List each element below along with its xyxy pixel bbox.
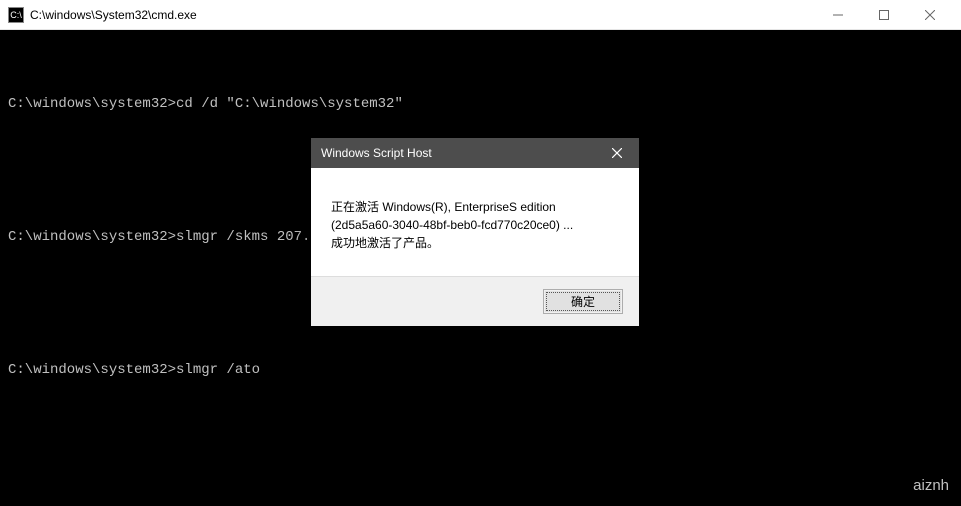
dialog-titlebar[interactable]: Windows Script Host (311, 138, 639, 168)
terminal-line: C:\windows\system32>slmgr /ato (8, 357, 953, 384)
dialog-close-button[interactable] (594, 138, 639, 168)
dialog-footer: 确定 (311, 276, 639, 326)
window-title: C:\windows\System32\cmd.exe (30, 8, 815, 22)
window-titlebar: C:\ C:\windows\System32\cmd.exe (0, 0, 961, 30)
dialog-body: 正在激活 Windows(R), EnterpriseS edition (2d… (311, 168, 639, 276)
dialog-message-line: 成功地激活了产品。 (331, 234, 619, 252)
cmd-icon: C:\ (8, 7, 24, 23)
dialog-message-line: (2d5a5a60-3040-48bf-beb0-fcd770c20ce0) .… (331, 216, 619, 234)
minimize-button[interactable] (815, 0, 861, 30)
script-host-dialog: Windows Script Host 正在激活 Windows(R), Ent… (311, 138, 639, 326)
ok-button[interactable]: 确定 (543, 289, 623, 314)
watermark-text: aiznh (913, 472, 949, 501)
close-button[interactable] (907, 0, 953, 30)
maximize-button[interactable] (861, 0, 907, 30)
terminal-line: C:\windows\system32>cd /d "C:\windows\sy… (8, 91, 953, 118)
dialog-title: Windows Script Host (321, 146, 594, 160)
window-controls (815, 0, 953, 30)
dialog-message-line: 正在激活 Windows(R), EnterpriseS edition (331, 198, 619, 216)
